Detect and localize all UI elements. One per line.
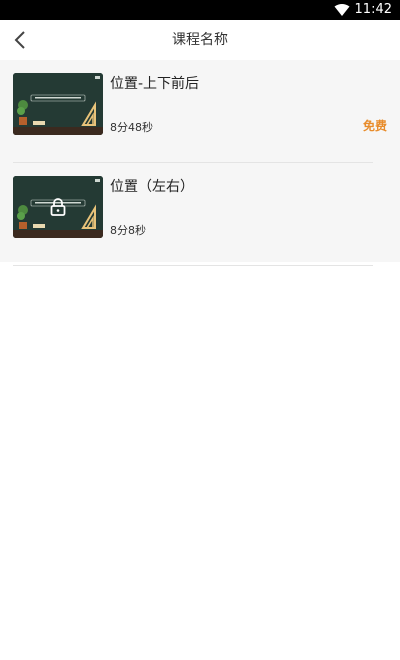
lock-overlay bbox=[13, 176, 103, 238]
status-time: 11:42 bbox=[354, 2, 392, 17]
course-item[interactable]: 位置（左右） 8分8秒 bbox=[0, 163, 400, 266]
page-title: 课程名称 bbox=[172, 32, 228, 48]
divider bbox=[13, 265, 373, 266]
course-thumbnail bbox=[13, 73, 103, 135]
status-bar: 11:42 bbox=[0, 0, 400, 20]
lock-icon bbox=[50, 198, 66, 216]
course-duration: 8分48秒 bbox=[110, 121, 153, 134]
free-badge: 免费 bbox=[362, 119, 387, 133]
course-item[interactable]: 位置-上下前后 8分48秒 免费 bbox=[0, 60, 400, 163]
app-bar: 课程名称 bbox=[0, 20, 400, 60]
wifi-icon bbox=[334, 4, 350, 16]
course-duration: 8分8秒 bbox=[110, 224, 146, 237]
course-title: 位置（左右） bbox=[110, 179, 194, 195]
chalkboard-thumbnail-icon bbox=[13, 73, 103, 135]
course-list-panel: 位置-上下前后 8分48秒 免费 位置（左右） 8分8秒 bbox=[0, 60, 400, 266]
course-thumbnail bbox=[13, 176, 103, 238]
course-title: 位置-上下前后 bbox=[110, 76, 200, 92]
